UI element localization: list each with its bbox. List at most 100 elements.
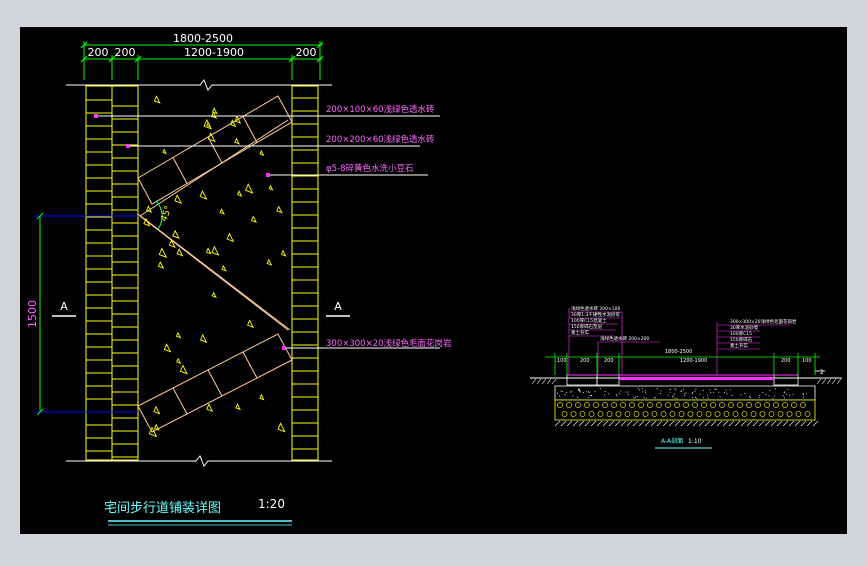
concrete-dot	[619, 393, 621, 395]
svg-text:100: 100	[557, 358, 567, 364]
model-space-canvas[interactable]	[20, 27, 847, 534]
concrete-dot	[692, 397, 694, 399]
concrete-dot	[599, 388, 601, 389]
concrete-dot	[637, 388, 639, 390]
concrete-dot	[695, 388, 697, 390]
svg-text:1800-2500: 1800-2500	[665, 349, 692, 355]
concrete-dot	[684, 393, 686, 395]
concrete-dot	[564, 394, 566, 395]
concrete-dot	[645, 390, 647, 392]
svg-text:素土夯实: 素土夯实	[571, 329, 589, 336]
concrete-dot	[714, 388, 716, 390]
concrete-dot	[616, 395, 618, 397]
concrete-dot	[715, 388, 717, 390]
concrete-dot	[636, 396, 638, 398]
svg-text:200: 200	[604, 358, 614, 364]
label-brick-100: 200×100×60浅绿色透水砖	[326, 104, 435, 115]
concrete-dot	[707, 394, 709, 396]
concrete-dot	[572, 395, 574, 397]
section-title: A-A剖面	[661, 437, 683, 445]
concrete-dot	[774, 395, 776, 397]
concrete-dot	[787, 389, 789, 390]
svg-text:1200-1900: 1200-1900	[680, 358, 707, 364]
svg-text:浅绿色透水砖 200×100: 浅绿色透水砖 200×100	[571, 305, 621, 312]
concrete-dot	[561, 391, 563, 392]
label-granite: 300×300×20浅绿色毛面花岗岩	[326, 338, 452, 349]
concrete-dot	[784, 397, 785, 399]
dim-middle-text: 1200-1900	[184, 46, 244, 59]
concrete-dot	[587, 396, 589, 398]
concrete-dot	[645, 397, 647, 399]
concrete-dot	[643, 397, 645, 399]
concrete-dot	[749, 397, 751, 399]
concrete-dot	[557, 392, 558, 394]
dim-right-text: 200	[296, 46, 317, 59]
concrete-dot	[669, 391, 671, 393]
concrete-dot	[758, 397, 760, 399]
svg-text:100厚C15: 100厚C15	[730, 331, 752, 337]
dim-left-text: 1500	[26, 300, 39, 328]
concrete-dot	[627, 393, 629, 395]
concrete-dot	[594, 391, 596, 393]
concrete-dot	[695, 397, 697, 398]
concrete-dot	[627, 391, 629, 393]
concrete-dot	[667, 394, 669, 396]
concrete-dot	[774, 388, 776, 390]
concrete-dot	[723, 391, 725, 393]
drawing-svg: 1800-2500 200 200 1200-1900 200 45° 1500…	[0, 0, 867, 562]
concrete-dot	[589, 395, 591, 397]
concrete-dot	[669, 388, 671, 390]
dim-overall-text: 1800-2500	[173, 32, 233, 45]
layer-concrete	[554, 385, 816, 401]
concrete-dot	[702, 390, 704, 392]
concrete-dot	[713, 391, 715, 393]
concrete-dot	[566, 391, 567, 393]
concrete-dot	[673, 393, 675, 395]
granite-surface	[619, 377, 774, 380]
svg-text:素土夯实: 素土夯实	[730, 342, 748, 349]
plan-title: 宅间步行道铺装详图	[104, 501, 221, 516]
concrete-dot	[641, 388, 643, 390]
label-pebble: φ5-8碎黄色水洗小豆石	[326, 163, 414, 174]
svg-text:浅绿色透水砖 200×200: 浅绿色透水砖 200×200	[600, 335, 650, 342]
concrete-dot	[660, 390, 662, 392]
concrete-dot	[802, 393, 804, 395]
concrete-dot	[684, 395, 686, 396]
concrete-dot	[656, 388, 658, 390]
dim-left-b-text: 200	[115, 46, 136, 59]
level-mark-text: 2	[820, 369, 824, 376]
concrete-dot	[659, 393, 661, 394]
svg-text:150厚碎石垫层: 150厚碎石垫层	[571, 323, 603, 330]
concrete-dot	[710, 391, 712, 393]
concrete-dot	[560, 390, 562, 392]
concrete-dot	[590, 395, 592, 396]
concrete-dot	[765, 394, 767, 396]
concrete-dot	[789, 394, 790, 396]
concrete-dot	[691, 393, 693, 395]
concrete-dot	[730, 389, 732, 391]
concrete-dot	[709, 389, 711, 391]
concrete-dot	[731, 395, 733, 396]
concrete-dot	[749, 395, 751, 397]
section-mark-right: A	[334, 300, 342, 313]
plan-scale: 1:20	[258, 497, 285, 511]
concrete-dot	[680, 391, 682, 392]
concrete-dot	[726, 392, 728, 394]
concrete-dot	[702, 397, 704, 399]
concrete-dot	[682, 388, 684, 390]
concrete-dot	[806, 393, 807, 395]
svg-text:150厚碎石: 150厚碎石	[730, 336, 753, 343]
concrete-dot	[740, 394, 742, 396]
concrete-dot	[676, 397, 678, 399]
concrete-dot	[772, 397, 774, 399]
concrete-dot	[604, 391, 606, 392]
concrete-dot	[744, 392, 746, 394]
concrete-dot	[707, 397, 709, 399]
concrete-dot	[699, 393, 701, 395]
concrete-dot	[642, 391, 644, 393]
concrete-dot	[694, 390, 696, 392]
concrete-dot	[633, 397, 635, 399]
concrete-dot	[576, 396, 578, 398]
concrete-dot	[645, 392, 647, 394]
concrete-dot	[674, 397, 676, 399]
